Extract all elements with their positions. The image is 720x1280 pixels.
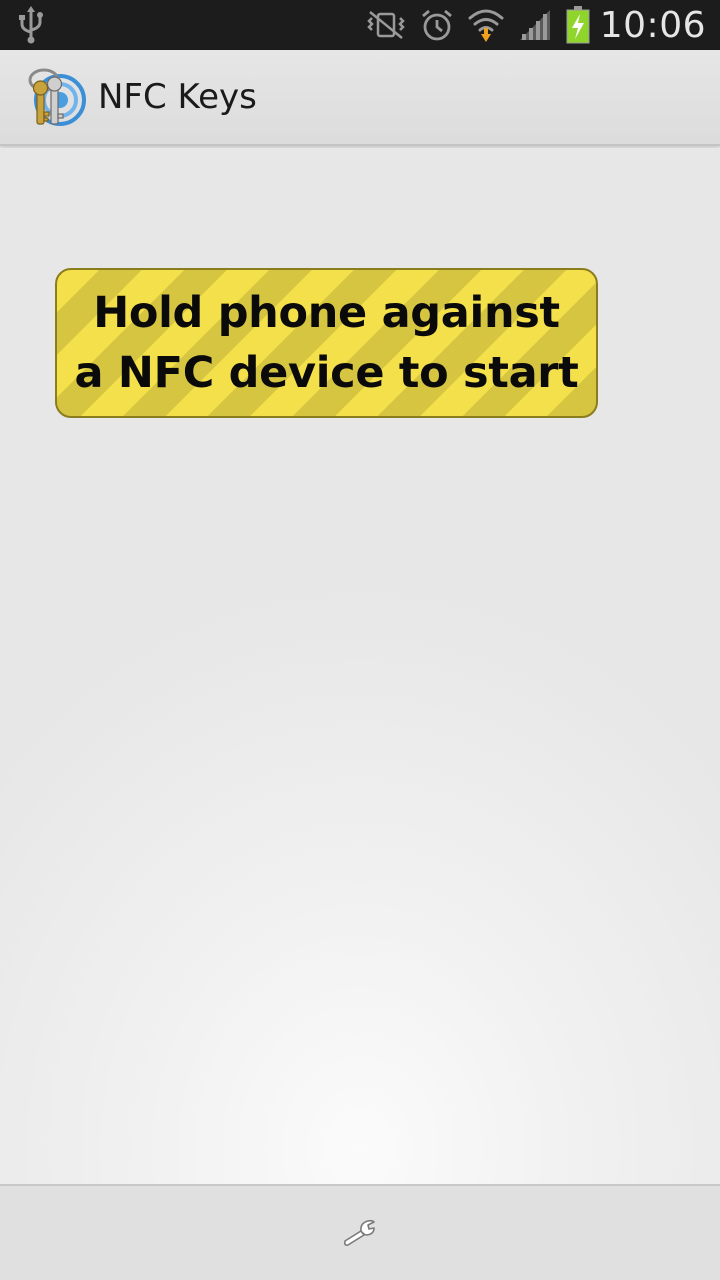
- signal-icon: [518, 8, 552, 42]
- alarm-icon: [420, 8, 454, 42]
- battery-charging-icon: [566, 6, 590, 44]
- banner-line-1: Hold phone against: [93, 288, 560, 338]
- keys-app-icon[interactable]: [24, 64, 86, 130]
- action-bar: NFC Keys: [0, 50, 720, 146]
- status-right: 10:06: [352, 5, 706, 46]
- status-left: [18, 6, 44, 44]
- app-title: NFC Keys: [98, 77, 257, 117]
- wrench-icon: [343, 1219, 377, 1247]
- status-bar: 10:06: [0, 0, 720, 50]
- vibrate-mute-icon: [366, 10, 406, 40]
- banner-line-2: a NFC device to start: [74, 348, 579, 398]
- bottom-bar: [0, 1184, 720, 1280]
- main-content: Hold phone against a NFC device to start: [0, 148, 720, 1184]
- wifi-icon: [468, 6, 504, 44]
- status-clock: 10:06: [599, 4, 706, 46]
- usb-icon: [18, 6, 44, 44]
- nfc-instruction-banner: Hold phone against a NFC device to start: [55, 268, 598, 418]
- settings-button[interactable]: [312, 1188, 408, 1278]
